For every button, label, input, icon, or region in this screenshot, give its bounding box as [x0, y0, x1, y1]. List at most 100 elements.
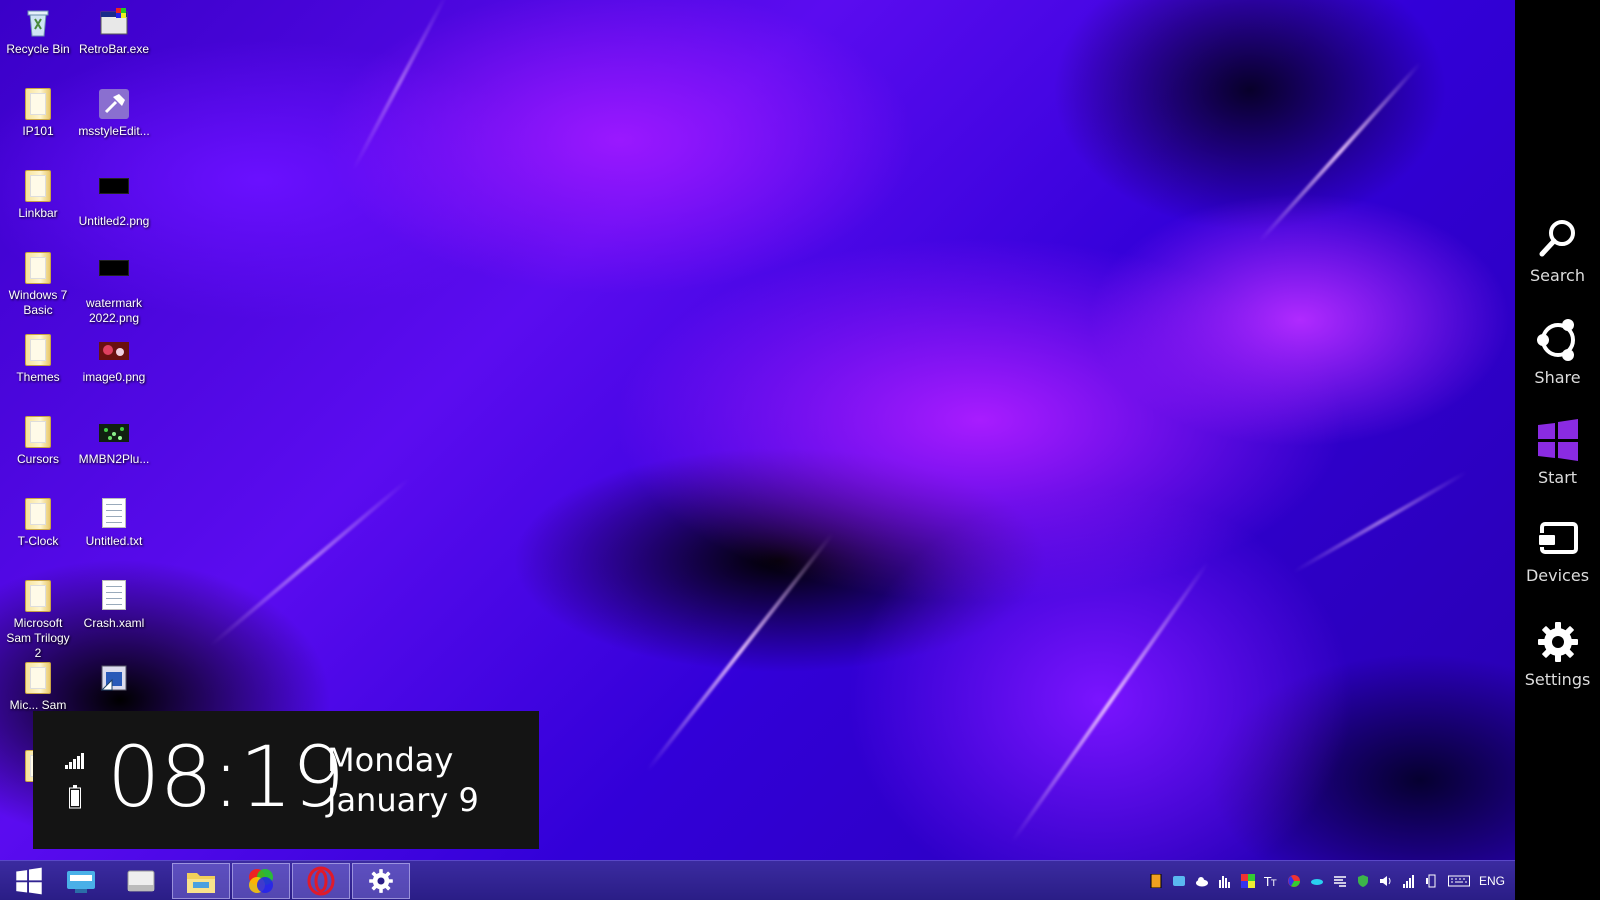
folder-icon [187, 873, 215, 893]
desktop-icon-folder[interactable]: IP101 [2, 88, 74, 139]
tray-app-icon[interactable] [1149, 874, 1163, 888]
desktop-icon-image[interactable]: MMBN2Plu... [78, 416, 150, 467]
opera-icon [307, 866, 335, 896]
charm-label: Share [1534, 368, 1581, 387]
cloud-sync-icon[interactable] [1310, 874, 1324, 888]
charms-bar: Search Share Start Devices Settings [1515, 0, 1600, 900]
desktop-icon-label: Untitled2.png [78, 214, 150, 228]
folder-icon [22, 170, 54, 202]
network-icon[interactable] [1425, 874, 1439, 888]
drive-icon [127, 870, 155, 892]
windows-logo-icon [1537, 419, 1578, 461]
desktop-icon-image[interactable]: image0.png [78, 334, 150, 385]
charm-share[interactable]: Share [1515, 316, 1600, 387]
color-wheel-icon [249, 869, 273, 893]
desktop-icon-folder[interactable]: Mic... Sam [2, 662, 74, 713]
desktop-icon-retrobar[interactable]: RetroBar.exe [78, 6, 150, 57]
folder-icon [22, 252, 54, 284]
action-center-icon[interactable] [1333, 874, 1347, 888]
desktop-icon-image[interactable]: watermark 2022.png [78, 252, 150, 326]
charm-label: Search [1530, 266, 1585, 285]
taskbar-app-drive[interactable] [112, 863, 170, 899]
desktop-icon-folder[interactable]: T-Clock [2, 498, 74, 549]
taskbar-settings[interactable] [352, 863, 410, 899]
desktop-icon-label: Linkbar [18, 206, 58, 220]
folder-icon [22, 580, 54, 612]
desktop-icon-recycle-bin[interactable]: Recycle Bin [2, 6, 74, 57]
control-panel-icon [67, 871, 95, 893]
desktop-icon-label: Microsoft Sam Trilogy 2 [6, 616, 70, 660]
battery-icon [69, 785, 81, 809]
desktop-icon-msstyleeditor[interactable]: msstyleEdit... [78, 88, 150, 139]
lock-clock-overlay: 08:19 Monday January 9 [33, 711, 539, 849]
desktop-icon-folder[interactable]: Windows 7 Basic [2, 252, 74, 318]
image-icon [98, 334, 130, 366]
folder-icon [22, 88, 54, 120]
desktop-icon-label: RetroBar.exe [78, 42, 150, 56]
desktop-icon-label: Recycle Bin [6, 42, 70, 56]
folder-icon [22, 662, 54, 694]
desktop-icon-label: Untitled.txt [85, 534, 143, 548]
charm-label: Devices [1525, 566, 1590, 585]
charm-devices[interactable]: Devices [1515, 520, 1600, 585]
desktop-icon-shortcut[interactable] [78, 662, 150, 698]
desktop-icon-label: msstyleEdit... [78, 124, 150, 138]
devices-icon [1536, 522, 1578, 554]
desktop-icon-label: IP101 [22, 124, 54, 138]
desktop-icon-label: Crash.xaml [83, 616, 145, 630]
clock-time: 08:19 [107, 728, 345, 826]
windows-logo-icon [16, 867, 42, 895]
folder-icon [22, 498, 54, 530]
desktop-icon-folder[interactable]: Microsoft Sam Trilogy 2 [2, 580, 74, 661]
desktop-icon-label: Themes [16, 370, 60, 384]
desktop-icon-label: Windows 7 Basic [8, 288, 68, 317]
folder-icon [22, 334, 54, 366]
share-icon [1536, 319, 1575, 361]
text-document-icon [98, 498, 130, 530]
taskbar-file-explorer[interactable] [172, 863, 230, 899]
taskbar-opera[interactable] [292, 863, 350, 899]
desktop-icon-label: Mic... Sam [9, 698, 67, 712]
signal-strength-icon [65, 753, 84, 769]
search-icon [1539, 220, 1575, 257]
image-icon [98, 178, 130, 210]
onedrive-icon[interactable] [1195, 874, 1209, 888]
text-document-icon [98, 580, 130, 612]
performance-graph-icon[interactable] [1218, 874, 1232, 888]
color-picker-icon[interactable] [1240, 874, 1255, 888]
desktop-icon-label: T-Clock [17, 534, 59, 548]
desktop-icon-text-document[interactable]: Untitled.txt [78, 498, 150, 549]
taskbar-app-control-panel[interactable] [52, 863, 110, 899]
taskbar-color-app[interactable] [232, 863, 290, 899]
security-shield-icon[interactable] [1356, 874, 1370, 888]
tray-window-icon[interactable] [1172, 874, 1186, 888]
color-wheel-icon[interactable] [1287, 874, 1301, 888]
font-size-icon[interactable]: TT [1264, 874, 1278, 888]
charm-start[interactable]: Start [1515, 418, 1600, 487]
charm-label: Settings [1524, 670, 1591, 689]
hammer-icon [98, 88, 130, 120]
image-icon [98, 260, 130, 292]
desktop-icon-text-document[interactable]: Crash.xaml [78, 580, 150, 631]
taskbar: TT ENG [0, 860, 1515, 900]
desktop-icon-folder[interactable]: Cursors [2, 416, 74, 467]
desktop-icon-label: watermark 2022.png [85, 296, 142, 325]
folder-icon [22, 416, 54, 448]
gear-icon [1537, 622, 1578, 662]
signal-strength-icon[interactable] [1402, 874, 1416, 888]
desktop-icon-image[interactable]: Untitled2.png [78, 170, 150, 229]
app-icon [98, 6, 130, 38]
volume-icon[interactable] [1379, 874, 1393, 888]
charm-settings[interactable]: Settings [1515, 620, 1600, 689]
system-tray: TT ENG [1149, 861, 1505, 900]
recycle-bin-icon [22, 6, 54, 38]
keyboard-icon[interactable] [1447, 874, 1470, 888]
gear-icon [369, 869, 393, 893]
start-button[interactable] [0, 863, 58, 899]
charm-search[interactable]: Search [1515, 216, 1600, 285]
desktop-icon-label: MMBN2Plu... [78, 452, 150, 466]
desktop-icon-folder[interactable]: Linkbar [2, 170, 74, 221]
desktop-icon-folder[interactable]: Themes [2, 334, 74, 385]
input-language-indicator[interactable]: ENG [1479, 874, 1505, 888]
charm-label: Start [1537, 468, 1578, 487]
